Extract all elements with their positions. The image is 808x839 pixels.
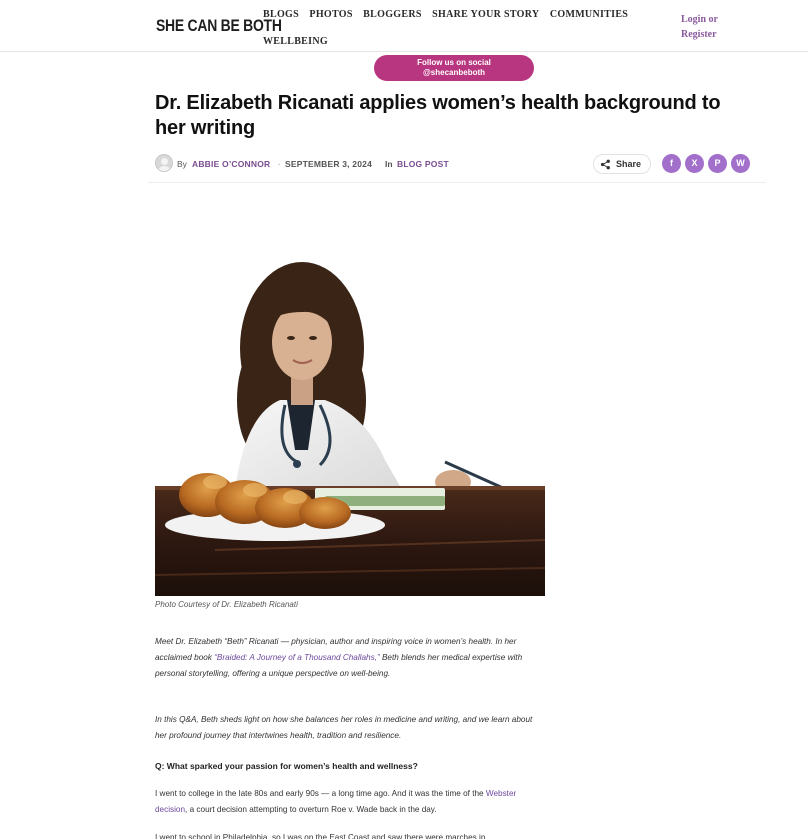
article-photo	[155, 250, 545, 596]
answer-text-b: , a court decision attempting to overtur…	[185, 805, 437, 814]
book-link[interactable]: “Braided: A Journey of a Thousand Challa…	[214, 653, 380, 662]
nav-share-your-story[interactable]: SHARE YOUR STORY	[432, 6, 539, 24]
question-heading: Q: What sparked your passion for women’s…	[155, 761, 418, 771]
whatsapp-icon[interactable]: W	[731, 154, 750, 173]
author-avatar[interactable]	[155, 154, 173, 172]
article-title: Dr. Elizabeth Ricanati applies women’s h…	[155, 92, 721, 139]
meta-separator: ·	[278, 159, 281, 169]
nav-photos[interactable]: PHOTOS	[309, 6, 352, 24]
follow-label: Follow us on social	[417, 58, 491, 67]
answer-paragraph: I went to college in the late 80s and ea…	[155, 786, 545, 818]
register-link[interactable]: Register	[681, 27, 718, 42]
nav-communities[interactable]: COMMUNITIES	[550, 6, 628, 24]
pinterest-icon[interactable]: P	[708, 154, 727, 173]
qa-intro-paragraph: In this Q&A, Beth sheds light on how she…	[155, 715, 533, 740]
follow-social-button[interactable]: Follow us on social @shecanbeboth	[374, 55, 534, 81]
main-nav: BLOGS PHOTOS BLOGGERS SHARE YOUR STORY C…	[263, 4, 663, 47]
share-icon	[600, 159, 610, 170]
nav-bloggers[interactable]: BLOGGERS	[363, 6, 422, 24]
nav-blogs[interactable]: BLOGS	[263, 6, 299, 24]
photo-caption: Photo Courtesy of Dr. Elizabeth Ricanati	[155, 600, 298, 609]
author-link[interactable]: ABBIE O’CONNOR	[192, 159, 270, 169]
nav-wellbeing[interactable]: WELLBEING	[263, 33, 328, 51]
by-label: By	[177, 159, 187, 169]
meta-divider	[148, 182, 766, 183]
intro-paragraph: Meet Dr. Elizabeth “Beth” Ricanati — phy…	[155, 634, 545, 682]
login-link[interactable]: Login or	[681, 12, 718, 27]
x-icon[interactable]: X	[685, 154, 704, 173]
login-register[interactable]: Login or Register	[681, 12, 718, 42]
publish-date: SEPTEMBER 3, 2024	[285, 159, 373, 169]
follow-handle: @shecanbeboth	[422, 68, 486, 77]
answer-paragraph-2: I went to school in Philadelphia, so I w…	[155, 833, 486, 839]
share-button[interactable]: Share	[593, 154, 651, 174]
in-label: In	[385, 159, 393, 169]
share-label: Share	[616, 159, 642, 169]
site-header: SHE CAN BE BOTH BLOGS PHOTOS BLOGGERS SH…	[0, 0, 808, 52]
facebook-icon[interactable]: f	[662, 154, 681, 173]
photo-illustration	[155, 262, 545, 596]
category-link[interactable]: BLOG POST	[397, 159, 449, 169]
answer-text-a: I went to college in the late 80s and ea…	[155, 789, 486, 798]
